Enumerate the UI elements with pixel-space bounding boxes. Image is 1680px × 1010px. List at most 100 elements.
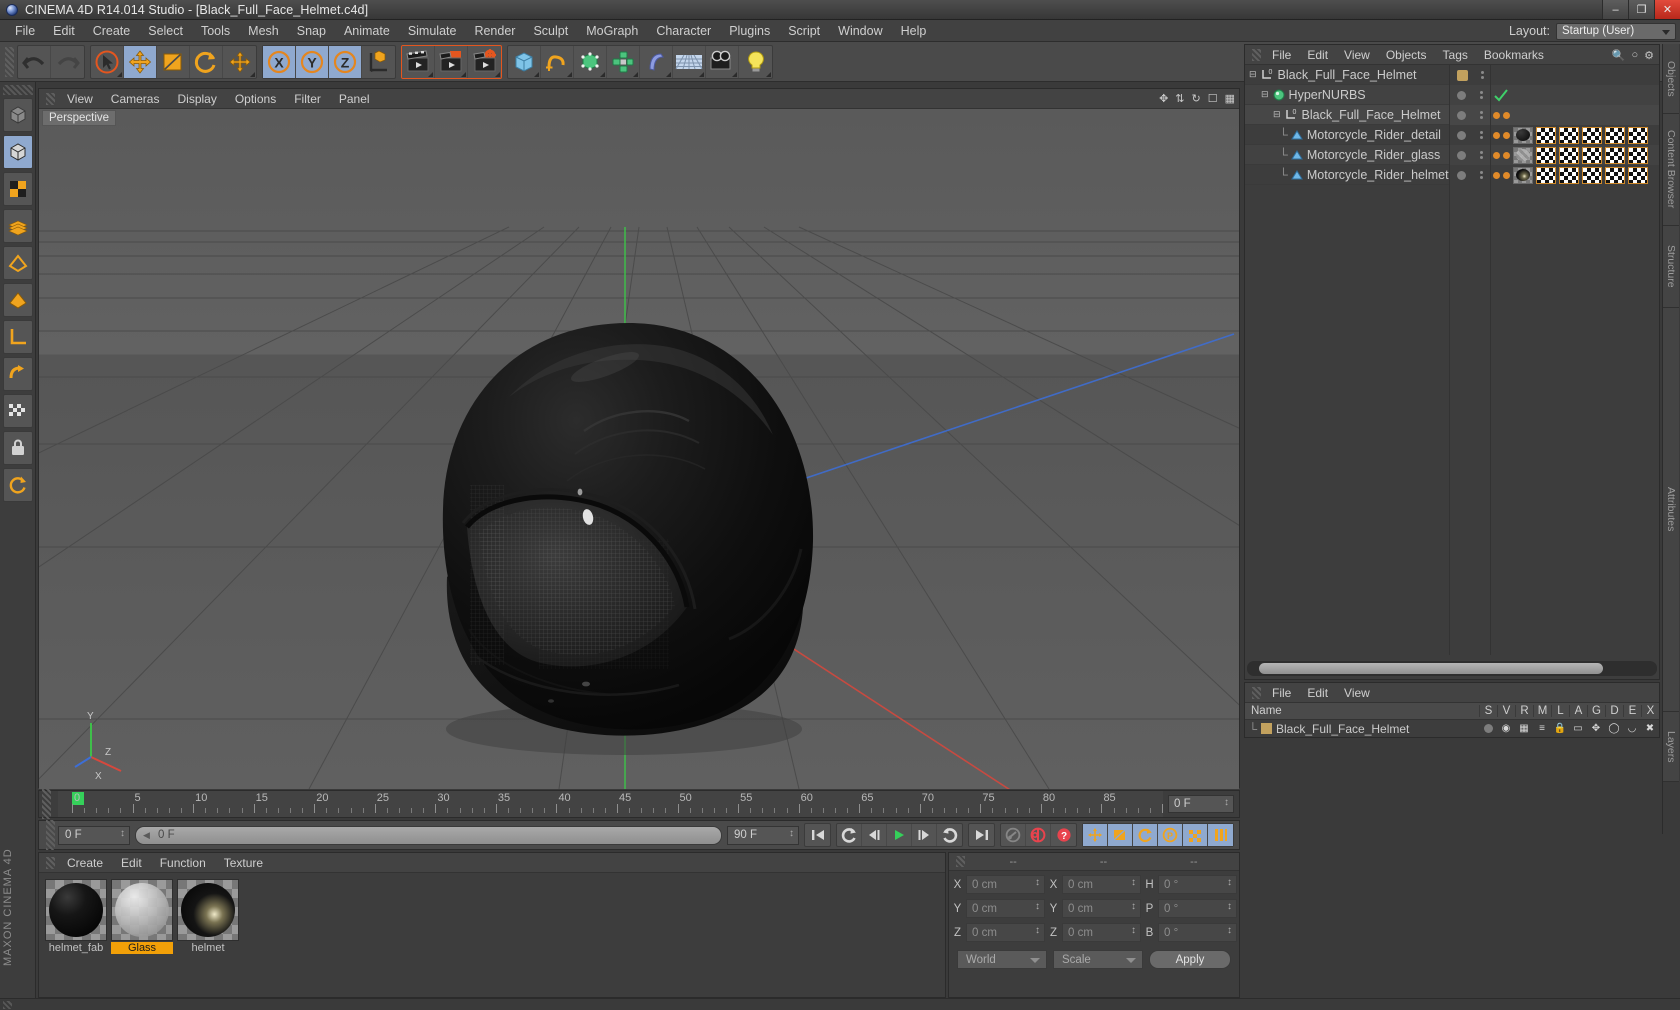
object-tree[interactable]: ⊟ 0 Black_Full_Face_Helmet ⊟ HyperNURBS … [1245, 65, 1449, 655]
visibility-row[interactable] [1450, 65, 1490, 85]
object-name[interactable]: Black_Full_Face_Helmet [1302, 108, 1441, 122]
tag-dot-icon[interactable] [1503, 171, 1510, 179]
object-name[interactable]: Motorcycle_Rider_helmet [1307, 168, 1449, 182]
keyframe-selection-button[interactable]: ? [1051, 824, 1076, 846]
menu-animate[interactable]: Animate [335, 21, 399, 41]
material-menu-function[interactable]: Function [151, 854, 215, 872]
layer-col-l[interactable]: L [1551, 705, 1569, 717]
material-preview[interactable] [111, 879, 173, 941]
apply-button[interactable]: Apply [1149, 950, 1231, 969]
pla-key-button[interactable] [1183, 824, 1208, 846]
layer-color-swatch[interactable] [1456, 69, 1468, 81]
object-row[interactable]: └ Motorcycle_Rider_detail [1245, 125, 1449, 145]
end-frame-field[interactable]: 90 F [727, 825, 799, 845]
position-key-button[interactable] [1083, 824, 1108, 846]
viewport-menu-cameras[interactable]: Cameras [102, 90, 169, 108]
lock-z-axis[interactable]: Z [329, 45, 362, 78]
rotation-key-button[interactable] [1133, 824, 1158, 846]
tag-dot-icon[interactable] [1493, 131, 1500, 139]
object-row[interactable]: ⊟ 0 Black_Full_Face_Helmet [1245, 105, 1449, 125]
redo-button[interactable] [51, 46, 84, 78]
tab-content-browser[interactable]: Content Browser [1663, 114, 1679, 226]
lock-x-axis[interactable]: X [263, 45, 296, 78]
visibility-row[interactable] [1450, 105, 1490, 125]
minimize-button[interactable]: – [1602, 0, 1628, 19]
object-menu-edit[interactable]: Edit [1299, 46, 1336, 64]
search-icon[interactable]: 🔍 [1612, 49, 1626, 62]
go-to-end-button[interactable] [969, 824, 994, 846]
zoom-icon[interactable]: ⇅ [1175, 92, 1184, 105]
add-nurbs-button[interactable] [574, 45, 607, 78]
layer-col-d[interactable]: D [1605, 705, 1623, 717]
layer-menu-edit[interactable]: Edit [1299, 684, 1336, 702]
visibility-dots-icon[interactable] [1480, 71, 1484, 79]
tab-attributes[interactable]: Attributes [1663, 308, 1679, 712]
object-menu-bookmarks[interactable]: Bookmarks [1476, 46, 1552, 64]
uvw-tag-icon[interactable] [1628, 166, 1648, 184]
menu-create[interactable]: Create [84, 21, 140, 41]
layer-animation-icon[interactable]: ▭ [1569, 723, 1587, 734]
uvw-tag-icon[interactable] [1536, 146, 1556, 164]
viewport-solo-button[interactable] [2, 357, 33, 391]
uvw-tag-icon[interactable] [1605, 166, 1625, 184]
object-name[interactable]: HyperNURBS [1289, 88, 1366, 102]
layer-menu-file[interactable]: File [1264, 684, 1299, 702]
viewport-menu-filter[interactable]: Filter [285, 90, 330, 108]
uvw-tag-icon[interactable] [1628, 146, 1648, 164]
orbit-icon[interactable]: ↻ [1192, 92, 1201, 105]
current-frame-field[interactable]: 0 F [58, 825, 130, 845]
uvw-tag-icon[interactable] [1582, 126, 1602, 144]
visibility-row[interactable] [1450, 125, 1490, 145]
enable-dot[interactable] [1457, 170, 1466, 180]
viewport-canvas[interactable]: Y Z X [39, 109, 1239, 789]
position-x-input[interactable]: 0 cm [966, 875, 1045, 894]
rotate-workplane-button[interactable] [2, 468, 33, 502]
material-tag-icon[interactable] [1513, 166, 1533, 184]
position-y-input[interactable]: 0 cm [966, 899, 1045, 918]
edges-mode-button[interactable] [2, 246, 33, 280]
layer-name[interactable]: Black_Full_Face_Helmet [1276, 722, 1479, 736]
object-row[interactable]: ⊟ 0 Black_Full_Face_Helmet [1245, 65, 1449, 85]
material-preview[interactable] [45, 879, 107, 941]
object-manager-grip[interactable] [1252, 48, 1261, 61]
add-floor-button[interactable] [673, 45, 706, 78]
object-row[interactable]: └ Motorcycle_Rider_helmet [1245, 165, 1449, 185]
layer-col-g[interactable]: G [1587, 705, 1605, 717]
size-z-input[interactable]: 0 cm [1062, 923, 1141, 942]
menu-mograph[interactable]: MoGraph [577, 21, 647, 41]
world-object-toggle[interactable] [362, 46, 395, 78]
enable-dot[interactable] [1457, 130, 1466, 140]
size-x-input[interactable]: 0 cm [1062, 875, 1141, 894]
material-menu-texture[interactable]: Texture [215, 854, 272, 872]
step-forward-button[interactable] [912, 824, 937, 846]
status-bar-grip[interactable] [3, 1001, 12, 1009]
menu-snap[interactable]: Snap [288, 21, 335, 41]
render-view-button[interactable] [402, 45, 435, 78]
viewport-menu-panel[interactable]: Panel [330, 90, 379, 108]
uvw-tag-icon[interactable] [1536, 126, 1556, 144]
add-cube-button[interactable] [508, 45, 541, 78]
menu-script[interactable]: Script [779, 21, 829, 41]
polygons-mode-button[interactable] [2, 283, 33, 317]
object-menu-file[interactable]: File [1264, 46, 1299, 64]
move-tool[interactable] [124, 45, 157, 78]
tab-objects[interactable]: Objects [1663, 44, 1679, 114]
visibility-row[interactable] [1450, 145, 1490, 165]
move-axis-tool[interactable] [223, 46, 256, 78]
size-y-input[interactable]: 0 cm [1062, 899, 1141, 918]
menu-select[interactable]: Select [139, 21, 192, 41]
maximize-button[interactable]: ❐ [1628, 0, 1654, 19]
menu-file[interactable]: File [6, 21, 44, 41]
menu-tools[interactable]: Tools [192, 21, 239, 41]
material-preview[interactable] [177, 879, 239, 941]
select-tool[interactable] [91, 45, 124, 78]
layer-row[interactable]: └ Black_Full_Face_Helmet ◉ ▦ ≡ 🔒 ▭ ✥ ◯ ◡… [1245, 720, 1659, 737]
points-mode-button[interactable] [2, 209, 33, 243]
check-icon[interactable] [1493, 88, 1509, 102]
menu-help[interactable]: Help [892, 21, 936, 41]
render-to-picture-viewer-button[interactable] [435, 45, 468, 78]
expander-icon[interactable]: ⊟ [1249, 69, 1257, 80]
tag-dot-icon[interactable] [1493, 111, 1500, 119]
visibility-row[interactable] [1450, 85, 1490, 105]
tab-layers[interactable]: Layers [1663, 712, 1679, 782]
